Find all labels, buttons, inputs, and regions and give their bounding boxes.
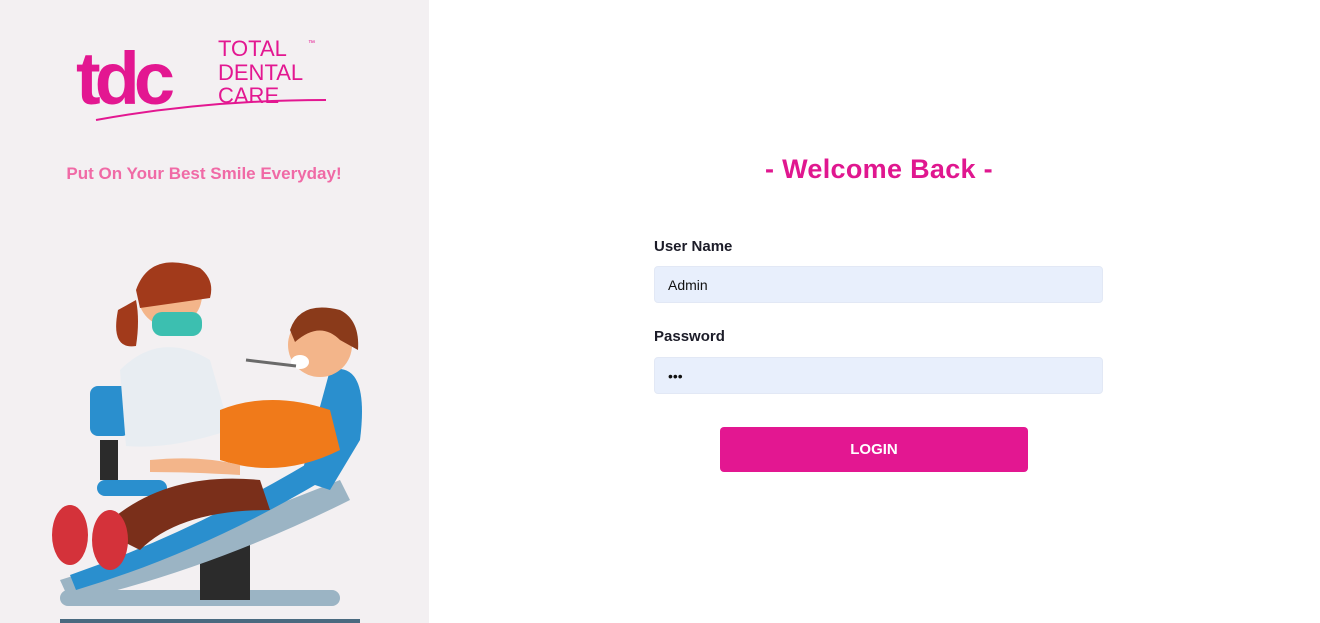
logo-line-dental: DENTAL [218, 60, 303, 85]
password-input[interactable] [654, 357, 1103, 394]
dentist-patient-illustration [40, 250, 380, 623]
password-label: Password [654, 328, 725, 345]
tdc-logo-graphic: tdc TOTAL ™ DENTAL CARE [76, 36, 327, 121]
login-button[interactable]: LOGIN [720, 427, 1028, 472]
username-input[interactable] [654, 266, 1103, 303]
login-panel: - Welcome Back - User Name Password LOGI… [429, 0, 1320, 623]
logo-line-total: TOTAL [218, 36, 287, 61]
welcome-heading: - Welcome Back - [765, 154, 993, 184]
illustration-graphic [52, 262, 362, 623]
logo-trademark: ™ [308, 40, 315, 47]
left-panel: tdc TOTAL ™ DENTAL CARE Put On Your Best… [0, 0, 429, 623]
tagline: Put On Your Best Smile Everyday! [66, 164, 342, 183]
tdc-logo: tdc TOTAL ™ DENTAL CARE [76, 36, 332, 128]
username-label: User Name [654, 238, 733, 255]
logo-letters: tdc [76, 37, 173, 120]
